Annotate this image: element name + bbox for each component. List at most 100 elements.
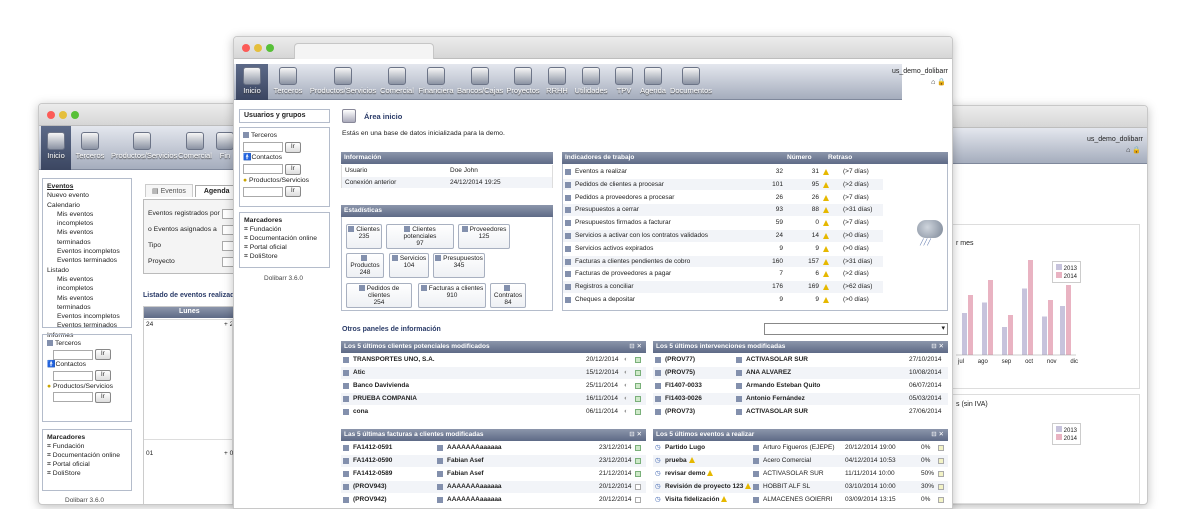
tab-agenda[interactable]: Agenda	[194, 185, 239, 197]
indicator-row[interactable]: Eventos a realizar 32 31 (>7 días)	[563, 166, 883, 178]
intervention-row[interactable]: (PROV75) ANA ALVAREZ 10/08/2014	[653, 367, 948, 379]
maximize-button[interactable]	[266, 44, 274, 52]
calendar-day[interactable]: 01	[146, 450, 153, 457]
panel-controls-icon[interactable]: ⊟ ✕	[629, 429, 642, 441]
left-menu-section[interactable]: Usuarios y grupos	[244, 112, 305, 119]
event-row[interactable]: ◷ Visita fidelización ALMACENES GOIERRI 03/…	[653, 494, 948, 506]
close-button[interactable]	[47, 111, 55, 119]
prospect-row[interactable]: Banco Davivienda 25/11/2014 ◐	[341, 380, 646, 392]
bookmark-item[interactable]: ⌗ DoliStore	[244, 252, 325, 261]
invoice-row[interactable]: FA1412-0590 Fabian Asef 23/12/2014	[341, 455, 646, 467]
left-menu-item[interactable]: Eventos terminados	[47, 321, 127, 330]
intervention-row[interactable]: FI1403-0026 Antonio Fernández 05/03/2014	[653, 393, 948, 405]
stat-box[interactable]: Presupuestos 345	[433, 253, 485, 278]
stat-box[interactable]: Servicios 104	[389, 253, 429, 278]
prospect-row[interactable]: PRUEBA COMPANIA 16/11/2014 ◐	[341, 393, 646, 405]
search-contactos-button[interactable]: Ir	[284, 163, 301, 175]
menu-utilidades[interactable]: Utilidades	[572, 64, 610, 100]
menu-terceros[interactable]: Terceros	[269, 64, 307, 100]
minimize-button[interactable]	[59, 111, 67, 119]
event-row[interactable]: ◷ Partido Lugo Arturo Figueros (EJEPE) 20/1…	[653, 442, 948, 454]
menu-financiera[interactable]: Financiera	[416, 64, 456, 100]
user-icons[interactable]: ⌂ 🔒	[1126, 146, 1141, 154]
search-contactos-button[interactable]: Ir	[94, 370, 111, 382]
indicator-row[interactable]: Registros a conciliar 176 169 (>62 días)	[563, 281, 883, 293]
invoice-row[interactable]: FA1412-0591 AAAAAAAaaaaaa 23/12/2014	[341, 442, 646, 454]
stat-box[interactable]: Contratos 84	[490, 283, 526, 308]
menu-tpv[interactable]: TPV	[611, 64, 637, 100]
menu-proyectos[interactable]: Proyectos	[504, 64, 542, 100]
menu-inicio[interactable]: Inicio	[41, 126, 71, 170]
menu-productosservicios[interactable]: Productos/Servicios	[308, 64, 378, 100]
stat-box[interactable]: Facturas a clientes 910	[418, 283, 486, 308]
search-productos-button[interactable]: Ir	[94, 391, 111, 403]
indicator-row[interactable]: Presupuestos a cerrar 93 88 (>31 días)	[563, 204, 883, 216]
left-menu-item[interactable]: Eventos incompletos	[47, 312, 127, 321]
bookmark-item[interactable]: ⌗ DoliStore	[47, 469, 127, 478]
menu-inicio[interactable]: Inicio	[236, 64, 268, 100]
search-productos-input[interactable]	[53, 392, 93, 403]
bookmark-item[interactable]: ⌗ Portal oficial	[47, 460, 127, 469]
left-menu-item[interactable]: Nuevo evento	[47, 191, 127, 200]
bookmark-item[interactable]: ⌗ Portal oficial	[244, 243, 325, 252]
invoice-row[interactable]: FA1412-0589 Fabian Asef 21/12/2014	[341, 468, 646, 480]
search-terceros-input[interactable]	[243, 142, 283, 152]
stat-box[interactable]: Clientes potenciales 97	[386, 224, 454, 249]
indicator-row[interactable]: Presupuestos firmados a facturar 59 0 (>7 d…	[563, 217, 883, 229]
panel-controls-icon[interactable]: ⊟ ✕	[931, 341, 944, 353]
menu-bancoscajas[interactable]: Bancos/Cajas	[457, 64, 503, 100]
indicator-row[interactable]: Pedidos a proveedores a procesar 26 26 (>7 …	[563, 192, 883, 204]
menu-rrhh[interactable]: RRHH	[543, 64, 571, 100]
menu-financiera[interactable]: Fin	[215, 126, 235, 170]
search-terceros-button[interactable]: Ir	[284, 141, 301, 153]
left-menu-item[interactable]: Listado	[47, 266, 127, 275]
prospect-row[interactable]: cona 06/11/2014 ◐	[341, 406, 646, 418]
indicator-row[interactable]: Facturas de proveedores a pagar 7 6 (>2 día…	[563, 268, 883, 280]
minimize-button[interactable]	[254, 44, 262, 52]
indicator-row[interactable]: Servicios activos expirados 9 9 (>0 días)	[563, 243, 883, 255]
search-productos-input[interactable]	[243, 186, 283, 197]
maximize-button[interactable]	[71, 111, 79, 119]
bookmark-item[interactable]: ⌗ Fundación	[244, 225, 325, 234]
stat-box[interactable]: Productos 248	[346, 253, 384, 278]
search-terceros-button[interactable]: Ir	[94, 349, 111, 360]
event-row[interactable]: ◷ Revisión de proyecto 123 HOBBIT ALF SL 03…	[653, 481, 948, 493]
menu-comercial[interactable]: Comercial	[177, 126, 213, 170]
bookmark-item[interactable]: ⌗ Documentación online	[244, 234, 325, 243]
left-menu-item[interactable]: Mis eventos incompletos	[47, 210, 127, 229]
search-productos-button[interactable]: Ir	[284, 186, 301, 198]
menu-terceros[interactable]: Terceros	[73, 126, 107, 170]
browser-tab[interactable]	[294, 43, 434, 59]
prospect-row[interactable]: Atic 15/12/2014 ◐	[341, 367, 646, 379]
left-menu-item[interactable]: Eventos incompletos	[47, 247, 127, 256]
menu-productos[interactable]: Productos/Servicios	[111, 126, 177, 170]
close-button[interactable]	[242, 44, 250, 52]
indicator-row[interactable]: Servicios a activar con los contratos va…	[563, 230, 883, 242]
panel-controls-icon[interactable]: ⊟ ✕	[629, 341, 642, 353]
search-contactos-input[interactable]	[53, 370, 93, 381]
left-menu-item[interactable]: Mis eventos incompletos	[47, 275, 127, 294]
calendar-day[interactable]: 24	[146, 321, 153, 328]
left-menu-item[interactable]: Mis eventos terminados	[47, 294, 127, 313]
event-row[interactable]: ◷ prueba Acero Comercial 04/12/2014 10:53 0%	[653, 455, 948, 467]
prospect-row[interactable]: TRANSPORTES UNO, S.A. 20/12/2014 ◐	[341, 354, 646, 366]
menu-documentos[interactable]: Documentos	[669, 64, 713, 100]
stat-box[interactable]: Pedidos de clientes 254	[346, 283, 412, 308]
left-menu-item[interactable]: Calendario	[47, 201, 127, 210]
menu-agenda[interactable]: Agenda	[638, 64, 668, 100]
intervention-row[interactable]: (PROV77) ACTIVASOLAR SUR 27/10/2014	[653, 354, 948, 366]
user-login[interactable]: us_demo_dolibarr	[1087, 136, 1143, 143]
search-contactos-input[interactable]	[243, 164, 283, 175]
stat-box[interactable]: Clientes 235	[346, 224, 382, 249]
user-login[interactable]: us_demo_dolibarr	[892, 68, 948, 75]
indicator-row[interactable]: Cheques a depositar 9 9 (>0 días)	[563, 294, 883, 306]
bookmark-item[interactable]: ⌗ Fundación	[47, 442, 127, 451]
invoice-row[interactable]: (PROV942) AAAAAAAaaaaaa 20/12/2014	[341, 494, 646, 506]
intervention-row[interactable]: FI1407-0033 Armando Esteban Quito 06/07/20…	[653, 380, 948, 392]
event-row[interactable]: ◷ revisar demo ACTIVASOLAR SUR 11/11/2014 1…	[653, 468, 948, 480]
search-terceros-input[interactable]	[53, 349, 93, 360]
bookmark-item[interactable]: ⌗ Documentación online	[47, 451, 127, 460]
left-menu-item[interactable]: Eventos terminados	[47, 256, 127, 265]
indicator-row[interactable]: Pedidos de clientes a procesar 101 95 (>2 d…	[563, 178, 883, 191]
stat-box[interactable]: Proveedores 125	[458, 224, 510, 249]
